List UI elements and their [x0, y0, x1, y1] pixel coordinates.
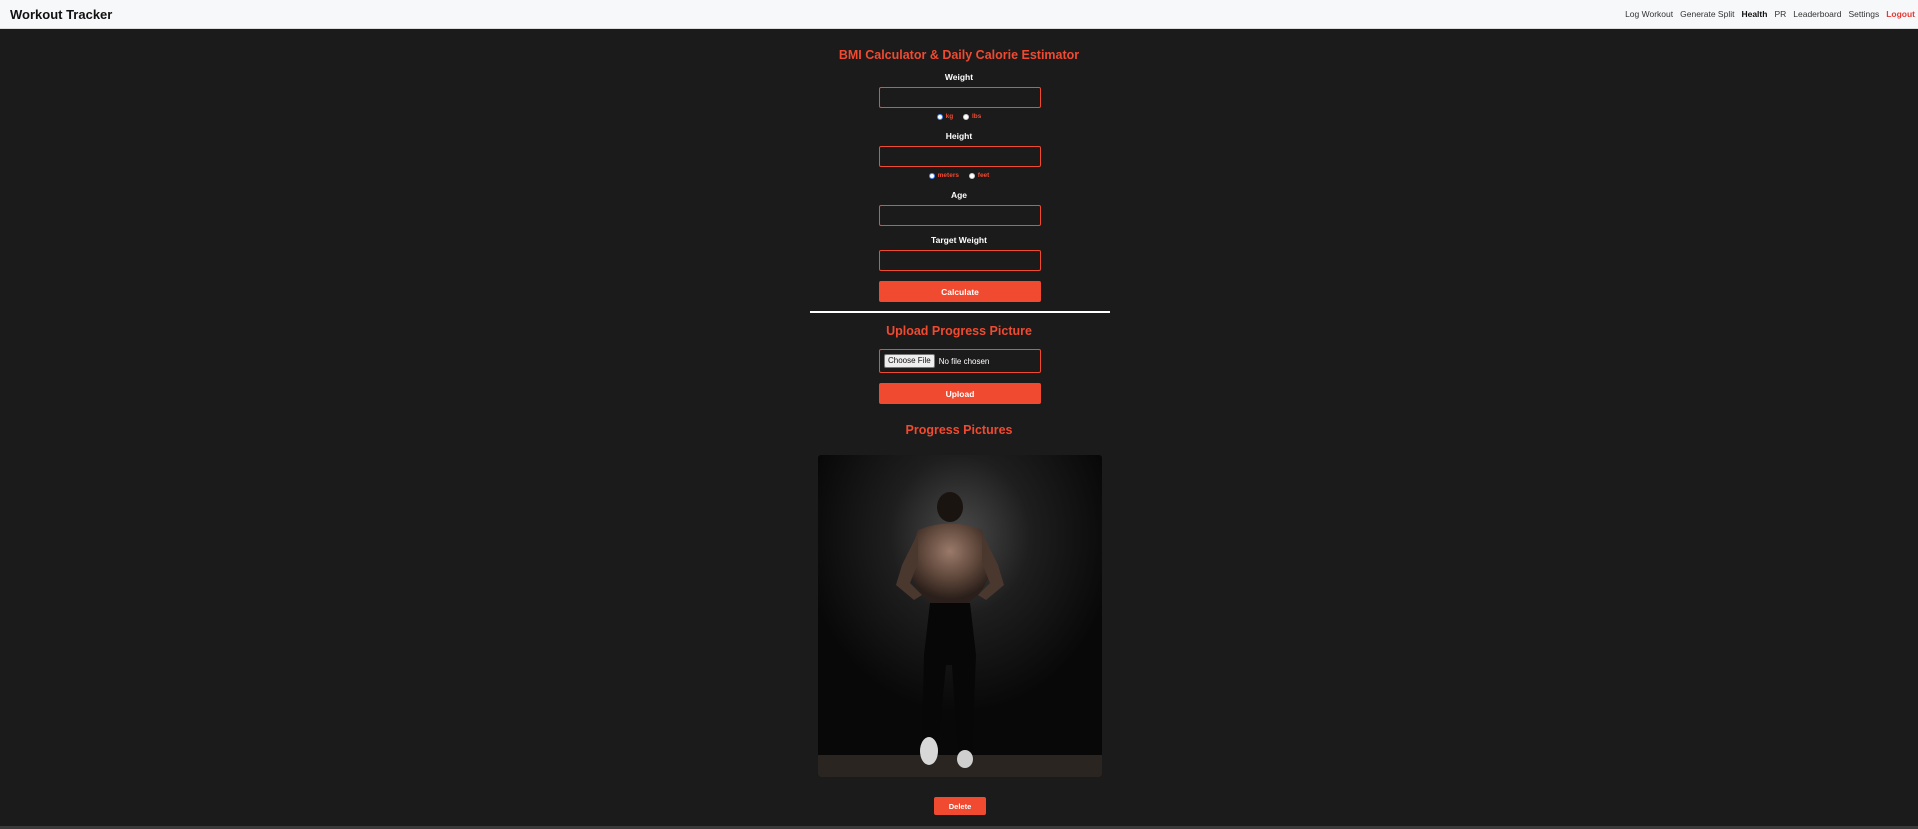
- section-divider: [810, 311, 1110, 313]
- kg-radio-label: kg: [945, 113, 954, 120]
- nav-item-health[interactable]: Health: [1741, 9, 1767, 19]
- nav-item-settings[interactable]: Settings: [1848, 9, 1879, 19]
- file-input[interactable]: Choose File No file chosen: [879, 349, 1041, 373]
- meters-radio-label: meters: [937, 172, 959, 179]
- lbs-radio-label: lbs: [972, 113, 982, 120]
- progress-picture-illustration: [818, 455, 1102, 777]
- nav-item-log-workout[interactable]: Log Workout: [1625, 9, 1673, 19]
- bmi-title: BMI Calculator & Daily Calorie Estimator: [838, 48, 1080, 62]
- nav-item-generate-split[interactable]: Generate Split: [1680, 9, 1734, 19]
- delete-picture-button[interactable]: Delete: [934, 797, 986, 815]
- logout-link[interactable]: Logout: [1886, 9, 1915, 19]
- height-unit-group: meters feet: [0, 172, 1918, 179]
- calculate-button[interactable]: Calculate: [879, 281, 1041, 302]
- gallery-title: Progress Pictures: [905, 423, 1013, 437]
- upload-button[interactable]: Upload: [879, 383, 1041, 404]
- nav-menu: Log Workout Generate Split Health PR Lea…: [1618, 9, 1915, 19]
- age-input[interactable]: [879, 205, 1041, 226]
- height-label: Height: [945, 131, 973, 141]
- choose-file-button[interactable]: Choose File: [884, 354, 935, 368]
- app-title[interactable]: Workout Tracker: [10, 7, 112, 22]
- weight-label: Weight: [944, 72, 974, 82]
- weight-unit-group: kg lbs: [0, 113, 1918, 120]
- no-file-text: No file chosen: [938, 356, 990, 366]
- meters-radio[interactable]: [928, 172, 935, 179]
- target-weight-input[interactable]: [879, 250, 1041, 271]
- feet-radio-label: feet: [977, 172, 990, 179]
- height-input[interactable]: [879, 146, 1041, 167]
- upload-title: Upload Progress Picture: [886, 324, 1032, 338]
- main-content: BMI Calculator & Daily Calorie Estimator…: [0, 29, 1918, 827]
- feet-radio[interactable]: [968, 172, 975, 179]
- progress-picture: [818, 455, 1102, 777]
- top-nav-bar: Workout Tracker Log Workout Generate Spl…: [0, 0, 1918, 29]
- nav-item-pr[interactable]: PR: [1774, 9, 1786, 19]
- lbs-radio[interactable]: [963, 113, 969, 120]
- weight-input[interactable]: [879, 87, 1041, 108]
- age-label: Age: [950, 190, 968, 200]
- kg-radio[interactable]: [936, 113, 943, 120]
- target-weight-label: Target Weight: [931, 235, 987, 245]
- nav-item-leaderboard[interactable]: Leaderboard: [1793, 9, 1841, 19]
